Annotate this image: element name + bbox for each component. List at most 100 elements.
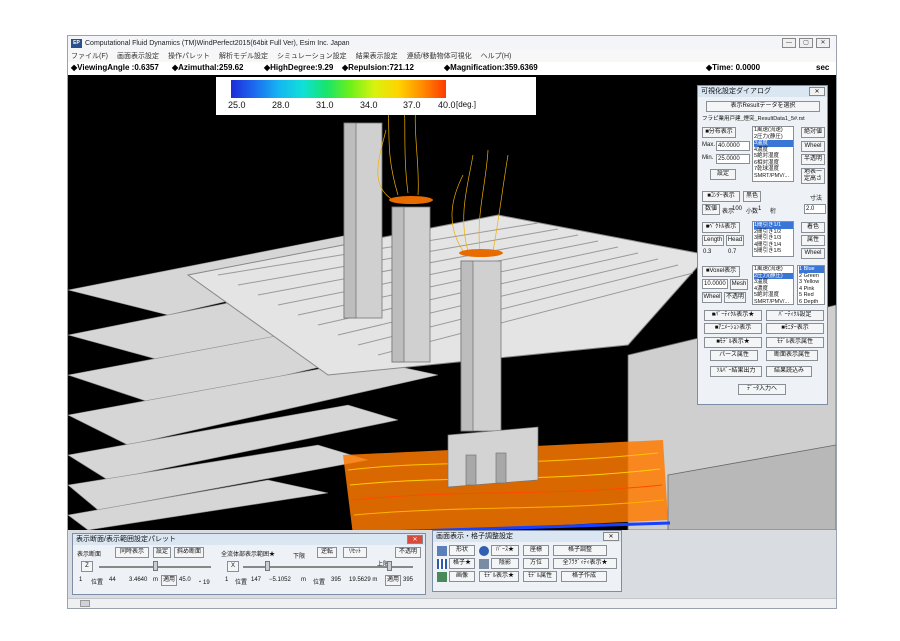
perspective-attr-button[interactable]: パース属性 — [710, 350, 758, 361]
mesh-button[interactable]: Mesh — [730, 279, 748, 290]
menu-model[interactable]: 解析モデル設定 — [219, 51, 268, 61]
reset-button[interactable]: ﾘｾｯﾄ — [343, 547, 367, 558]
close-button[interactable]: ✕ — [816, 38, 830, 48]
voxel-toggle[interactable]: ■Voxel表示 — [702, 266, 740, 277]
list-item[interactable]: SMRT/PMV/... — [754, 299, 793, 305]
row2-index: 1 — [225, 577, 229, 583]
max-label: Max. — [702, 142, 716, 148]
z-slider-thumb[interactable] — [153, 561, 158, 571]
solver-output-button[interactable]: ｿﾙﾊﾞｰ結果出力 — [710, 366, 762, 377]
length-button[interactable]: Length — [702, 235, 724, 246]
grid-create-button[interactable]: 格子作成 — [561, 571, 607, 582]
color-legend-gradient — [231, 80, 446, 98]
translucent-button[interactable]: 半透明 — [801, 154, 825, 165]
vector-wheel-button[interactable]: Wheel — [801, 248, 825, 259]
row1-apply-button[interactable]: 適用 — [161, 575, 177, 586]
viewing-angle-readout: ◆ViewingAngle :0.6357 — [71, 63, 159, 72]
voxel-wheel-button[interactable]: Wheel — [702, 292, 722, 303]
vector-thinning-list[interactable]: 1間引き1/1 2間引き1/2 3間引き1/3 4間引き1/4 5間引き1/5 — [752, 221, 794, 257]
high-degree-readout: ◆HighDegree:9.29 — [264, 63, 334, 72]
shading-button[interactable]: 陰影 — [491, 558, 519, 569]
black-button[interactable]: 黒色 — [743, 191, 761, 202]
monitor-toggle[interactable]: ■ﾓﾆﾀｰ表示 — [766, 323, 824, 334]
set-range-button[interactable]: 設定 — [710, 169, 736, 180]
list-item[interactable]: 5間引き1/5 — [754, 248, 793, 255]
shape-button[interactable]: 形状 — [449, 545, 475, 556]
head-button[interactable]: Head — [726, 235, 744, 246]
load-result-button[interactable]: 結果読込み — [766, 366, 812, 377]
min-input[interactable]: 25.0000 — [716, 154, 750, 164]
list-item[interactable]: SMRT/PMV/... — [754, 173, 793, 180]
number-button[interactable]: 数値 — [702, 204, 720, 215]
range-label: 全流体部表示範囲★ — [221, 552, 276, 558]
palette-close-button[interactable]: ✕ — [603, 532, 619, 541]
length-value: 0.3 — [703, 249, 712, 255]
scrollbar-thumb[interactable] — [80, 600, 90, 607]
section-attr-button[interactable]: 断面表示属性 — [766, 350, 818, 361]
time-unit: sec — [816, 63, 830, 72]
distribution-list[interactable]: 1風速(流速) 2圧力(静圧) 3温度 4濃度 5絶対湿度 6相対湿度 7乾球湿… — [752, 126, 794, 182]
contour-toggle[interactable]: ■ｺﾝﾀｰ表示 — [702, 191, 740, 202]
row1-grid-index: 44 — [109, 577, 116, 583]
legend-tick: 28.0 — [272, 100, 290, 110]
coordinate-button[interactable]: 座標 — [523, 545, 549, 556]
perspective-button[interactable]: ﾊﾟｰｽ★ — [491, 545, 519, 556]
legend-tick: 31.0 — [316, 100, 334, 110]
model-toggle[interactable]: ■ﾓﾃﾞﾙ表示★ — [704, 337, 762, 348]
all-facility-button[interactable]: 全ﾌﾗｸﾞｨﾃｨ表示★ — [553, 558, 617, 569]
menu-palette[interactable]: 操作パレット — [168, 51, 210, 61]
absolute-value-button[interactable]: 絶対値 — [801, 127, 825, 138]
voxel-color-list[interactable]: 1 Blue 2 Green 3 Yellow 4 Pink 5 Red 6 D… — [797, 265, 825, 305]
menu-visualize[interactable]: 連続/移動物体可視化 — [407, 51, 472, 61]
direction-button[interactable]: 方位 — [523, 558, 549, 569]
grid-adjust-button[interactable]: 格子調整 — [553, 545, 607, 556]
image-button[interactable]: 画像 — [449, 571, 475, 582]
particle-toggle[interactable]: ■ﾊﾟｰﾃｨｸﾙ表示★ — [704, 310, 762, 321]
grid-button[interactable]: 格子★ — [449, 558, 475, 569]
data-input-button[interactable]: ﾃﾞｰﾀ入力へ — [738, 384, 786, 395]
shading-icon — [479, 559, 489, 569]
wheel-button[interactable]: Wheel — [801, 141, 825, 152]
max-input[interactable]: 40.0000 — [716, 141, 750, 151]
ground-height-button[interactable]: 地表一定高さ — [801, 168, 825, 184]
menu-simulation[interactable]: シミュレーション設定 — [277, 51, 347, 61]
menu-result[interactable]: 結果表示設定 — [356, 51, 398, 61]
horizontal-scrollbar[interactable] — [68, 598, 836, 608]
x-upper-thumb[interactable] — [387, 561, 392, 571]
oblique-section-button[interactable]: 斜め断面 — [174, 547, 204, 558]
vector-color-button[interactable]: 着色 — [801, 222, 825, 233]
invert-button[interactable]: 逆転 — [317, 547, 337, 558]
row2-apply-button[interactable]: 適用 — [385, 575, 401, 586]
range-opaque-button[interactable]: 不透明 — [395, 547, 421, 558]
minimize-button[interactable]: — — [782, 38, 796, 48]
time-readout: ◆Time: 0.0000 — [706, 63, 761, 72]
palette-title: 表示断面/表示範囲設定パレット — [73, 534, 425, 545]
simultaneous-button[interactable]: 同時表示 — [115, 547, 149, 558]
vector-toggle[interactable]: ■ﾍﾞｸﾄﾙ表示 — [702, 222, 740, 233]
animation-toggle[interactable]: ■ｱﾆﾒｰｼｮﾝ表示 — [704, 323, 762, 334]
axis-z-button[interactable]: Z — [81, 561, 93, 572]
section-set-button[interactable]: 設定 — [153, 547, 171, 558]
x-lower-thumb[interactable] — [265, 561, 270, 571]
dialog-close-button[interactable]: ✕ — [809, 87, 825, 96]
digit-input[interactable]: 2.0 — [804, 204, 826, 214]
grid-icon — [437, 559, 447, 569]
row2-upper-index: 395 — [331, 577, 342, 583]
voxel-variable-list[interactable]: 1風速(流速) 2圧力(静圧) 3温度 4濃度 5絶対湿度 SMRT/PMV/.… — [752, 265, 794, 305]
list-item[interactable]: 6 Depth — [799, 299, 824, 305]
particle-settings-button[interactable]: ﾊﾟｰﾃｨｸﾙ設定 — [766, 310, 824, 321]
model-attr-button[interactable]: ﾓﾃﾞﾙ表示属性 — [766, 337, 824, 348]
menu-display[interactable]: 画面表示設定 — [117, 51, 159, 61]
axis-x-button[interactable]: X — [227, 561, 239, 572]
palette-close-button[interactable]: ✕ — [407, 535, 423, 544]
opaque-button[interactable]: 不透明 — [724, 292, 746, 303]
model-display-button[interactable]: ﾓﾃﾞﾙ表示★ — [479, 571, 519, 582]
maximize-button[interactable]: ▢ — [799, 38, 813, 48]
voxel-size-input[interactable]: 10.0000 — [702, 279, 728, 289]
model-attribute-button[interactable]: ﾓﾃﾞﾙ属性 — [523, 571, 557, 582]
select-result-button[interactable]: 表示Resultデータを選択 — [706, 101, 820, 112]
menu-help[interactable]: ヘルプ(H) — [481, 51, 512, 61]
vector-attr-button[interactable]: 属性 — [801, 235, 825, 246]
menu-file[interactable]: ファイル(F) — [71, 51, 108, 61]
distribution-toggle[interactable]: ■分布表示 — [702, 127, 736, 138]
